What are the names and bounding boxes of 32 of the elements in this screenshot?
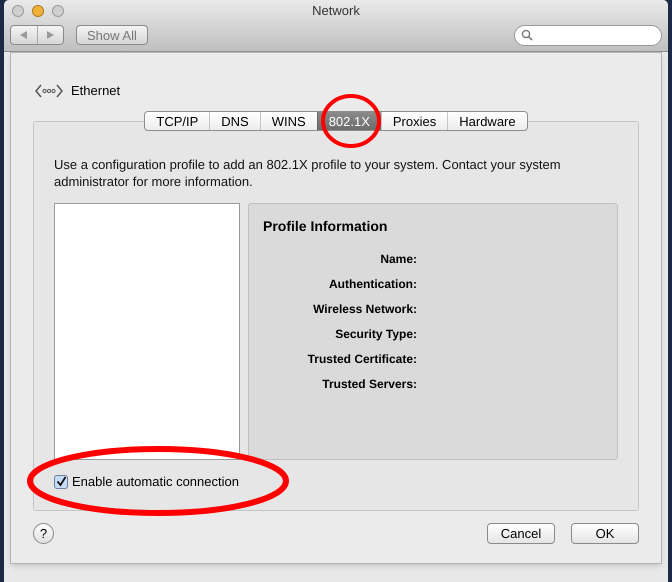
- window-title: Network: [312, 2, 360, 20]
- field-label: Name:: [380, 251, 417, 268]
- field-label: Trusted Certificate:: [308, 351, 417, 368]
- tab[interactable]: Hardware: [447, 112, 527, 130]
- field-label: Security Type:: [335, 326, 417, 343]
- tab[interactable]: Proxies: [380, 112, 448, 130]
- checkmark-icon: [56, 476, 66, 488]
- search-field[interactable]: [514, 24, 662, 46]
- close-window-icon[interactable]: [12, 5, 24, 17]
- field-label: Trusted Servers:: [322, 376, 417, 393]
- dialog-button[interactable]: Cancel: [487, 523, 555, 544]
- back-forward-control[interactable]: [10, 25, 64, 45]
- ethernet-icon: [35, 82, 63, 100]
- service-name: Ethernet: [71, 82, 120, 100]
- annotation-ellipse: [321, 94, 381, 148]
- tab[interactable]: TCP/IP: [145, 112, 210, 130]
- panel-title: Profile Information: [263, 217, 388, 236]
- help-button[interactable]: ?: [33, 523, 54, 544]
- show-all-button[interactable]: Show All: [76, 25, 148, 45]
- field-label: Authentication:: [329, 276, 417, 293]
- zoom-window-icon[interactable]: [52, 5, 64, 17]
- profile-list[interactable]: [54, 203, 240, 460]
- checkbox-box[interactable]: [54, 474, 68, 489]
- tab[interactable]: DNS: [209, 112, 260, 130]
- field-label: Wireless Network:: [313, 301, 417, 318]
- description-text: Use a configuration profile to add an 802.1X profile to your system. Contact your system administrator for more information.: [54, 156, 562, 190]
- forward-arrow-icon[interactable]: [46, 31, 54, 39]
- minimize-window-icon[interactable]: [32, 5, 44, 17]
- auto-connect-checkbox[interactable]: Enable automatic connection: [54, 472, 239, 492]
- back-arrow-icon[interactable]: [20, 31, 28, 39]
- dialog-button[interactable]: OK: [571, 523, 639, 544]
- search-icon: [521, 29, 533, 41]
